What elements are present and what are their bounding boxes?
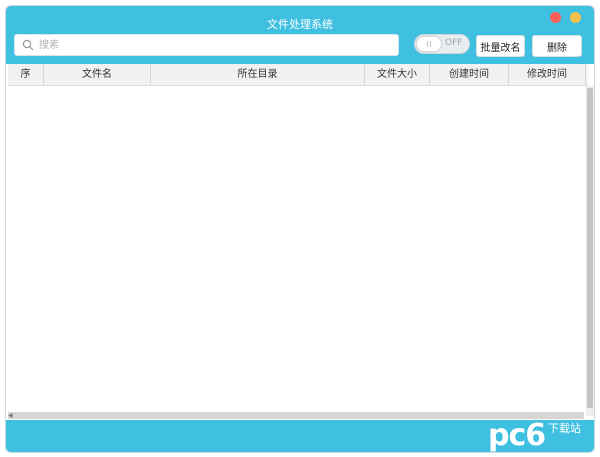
search-input[interactable] (39, 35, 394, 55)
vertical-scrollbar[interactable] (586, 86, 594, 416)
delete-button[interactable]: 删除 (532, 35, 582, 57)
column-header-filename[interactable]: 文件名 (44, 64, 151, 85)
file-table: 序 文件名 所在目录 文件大小 创建时间 修改时间 (8, 64, 594, 416)
close-icon[interactable] (550, 12, 561, 23)
search-box[interactable] (14, 34, 399, 56)
column-header-created[interactable]: 创建时间 (430, 64, 509, 85)
column-header-directory[interactable]: 所在目录 (151, 64, 365, 85)
table-header: 序 文件名 所在目录 文件大小 创建时间 修改时间 (8, 64, 588, 86)
title-bar: 文件处理系统 OFF 批量改名 删除 (6, 6, 594, 64)
batch-rename-button[interactable]: 批量改名 (476, 35, 525, 57)
app-window: 文件处理系统 OFF 批量改名 删除 序 文件名 所在目录 文件大小 创建时间 … (5, 5, 595, 453)
column-header-size[interactable]: 文件大小 (365, 64, 430, 85)
pc6-watermark-logo: pc6 下载站 (486, 418, 594, 453)
watermark-mark: pc6 (488, 418, 546, 453)
minimize-icon[interactable] (570, 12, 581, 23)
toggle-knob[interactable] (417, 37, 441, 51)
window-title: 文件处理系统 (267, 18, 333, 31)
vertical-scroll-thumb[interactable] (587, 88, 593, 408)
column-header-modified[interactable]: 修改时间 (509, 64, 586, 85)
footer-bar: pc6 下载站 (6, 418, 594, 453)
search-icon (22, 39, 34, 51)
toggle-state-label: OFF (445, 38, 463, 48)
column-header-index[interactable]: 序 (8, 64, 44, 85)
scroll-left-arrow-icon[interactable]: ◀ (8, 412, 13, 419)
mode-toggle[interactable]: OFF (414, 34, 470, 54)
watermark-sub: 下载站 (548, 422, 581, 435)
